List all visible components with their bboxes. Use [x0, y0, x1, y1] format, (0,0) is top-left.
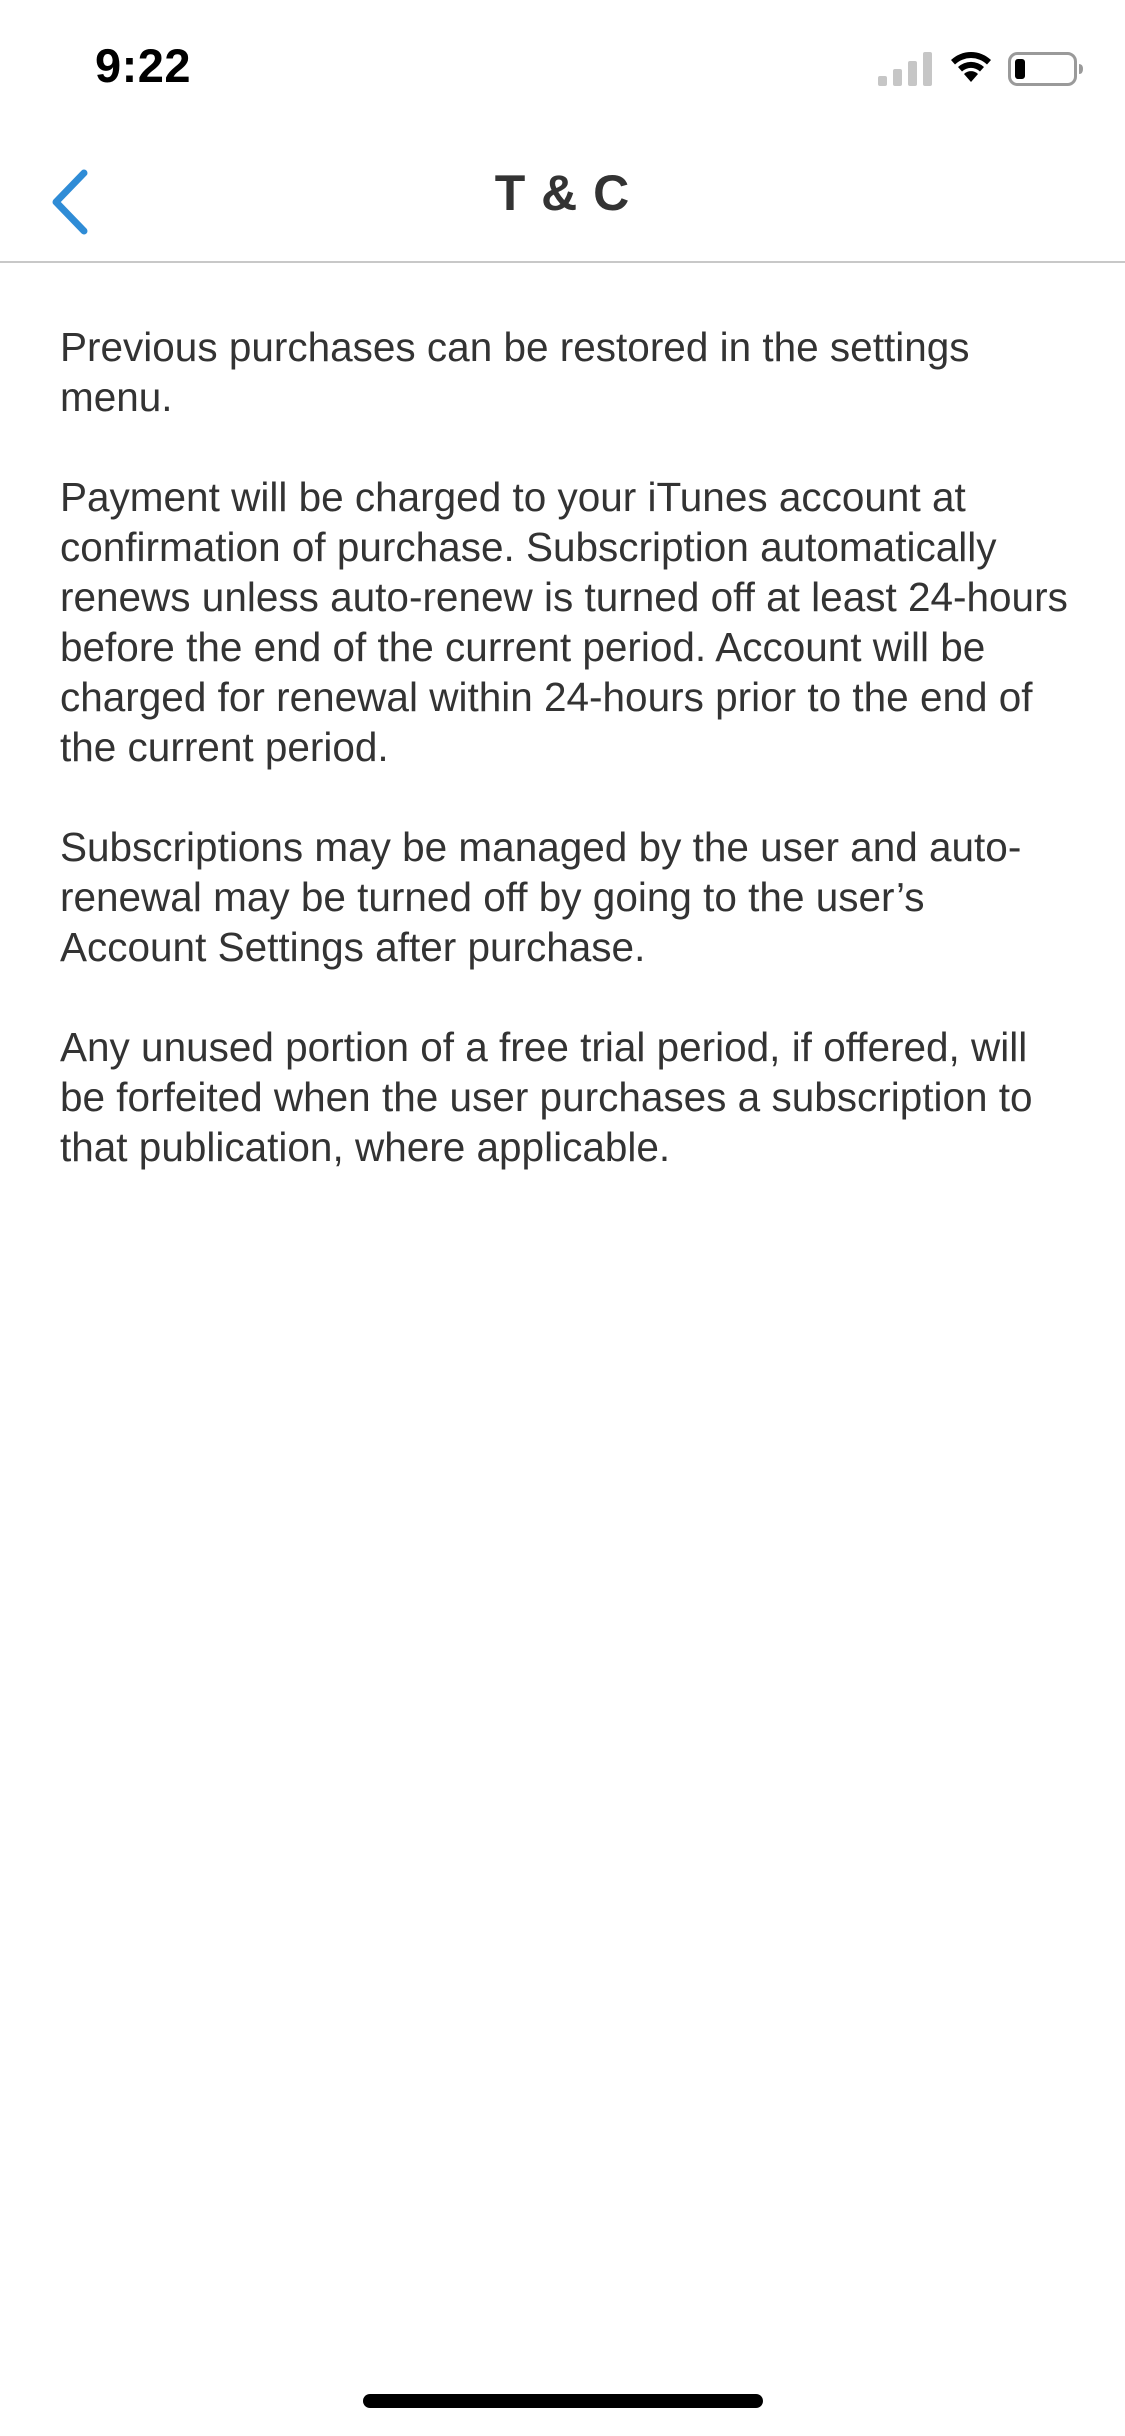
wifi-icon [951, 52, 991, 82]
home-indicator[interactable] [363, 2394, 763, 2408]
battery-icon [1008, 52, 1083, 86]
terms-paragraph-payment: Payment will be charged to your iTunes a… [60, 474, 1068, 770]
terms-paragraph-manage: Subscriptions may be managed by the user… [60, 824, 1022, 970]
terms-paragraph-restore: Previous purchases can be restored in th… [60, 324, 970, 420]
terms-paragraph-trial: Any unused portion of a free trial perio… [60, 1024, 1033, 1170]
status-bar: 9:22 [0, 0, 1125, 132]
terms-content: Previous purchases can be restored in th… [60, 322, 1070, 1222]
navigation-bar: T & C [0, 132, 1125, 263]
signal-icon [878, 52, 932, 86]
status-time: 9:22 [95, 39, 192, 92]
page-title: T & C [494, 165, 631, 221]
